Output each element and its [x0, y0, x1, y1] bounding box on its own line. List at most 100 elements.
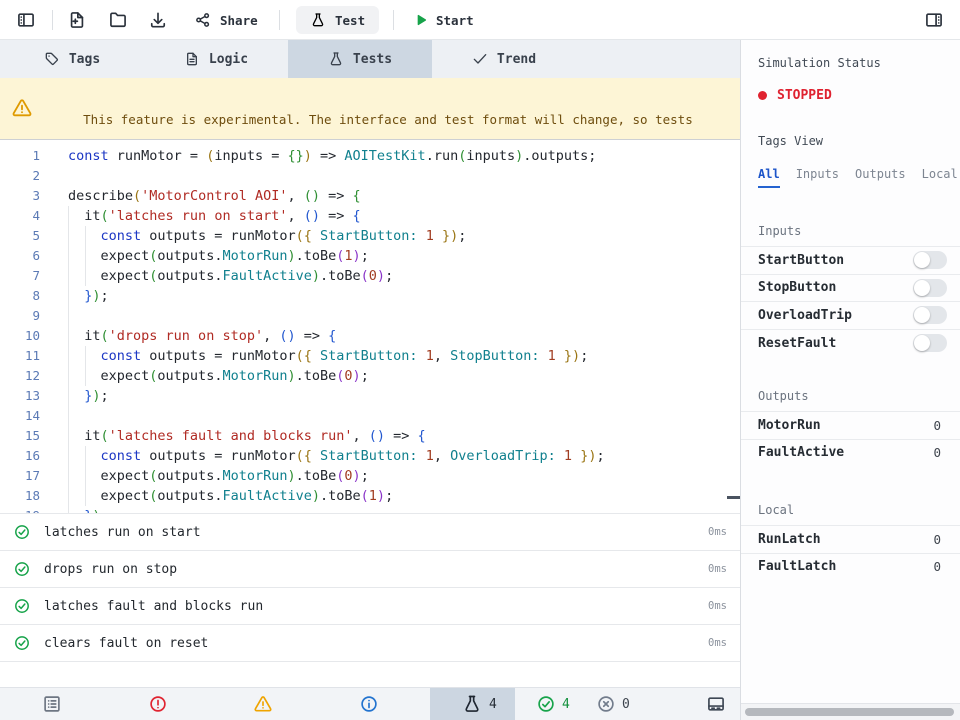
- tab-label: Logic: [209, 52, 248, 67]
- tab-tags[interactable]: Tags: [0, 40, 144, 78]
- code-token: ): [92, 388, 100, 404]
- toggle-startbutton[interactable]: [913, 251, 947, 269]
- share-icon: [194, 11, 212, 29]
- new-file-icon[interactable]: [67, 10, 87, 30]
- tag-value: 0: [933, 532, 960, 547]
- test-result-label: latches fault and blocks run: [44, 599, 263, 614]
- flask-icon: [328, 51, 344, 67]
- code-token: [68, 288, 84, 304]
- errors-icon[interactable]: [148, 694, 168, 714]
- tab-logic[interactable]: Logic: [144, 40, 288, 78]
- tag-value: 0: [933, 418, 960, 433]
- code-token: outputs.: [157, 248, 222, 264]
- test-mode-button[interactable]: Test: [296, 6, 379, 34]
- code-token: 0: [344, 368, 352, 384]
- view-tab-inputs[interactable]: Inputs: [796, 167, 839, 188]
- share-button[interactable]: Share: [194, 0, 258, 40]
- test-result-row[interactable]: drops run on stop0ms: [0, 550, 740, 587]
- code-token: [312, 228, 320, 244]
- toggle-left-panel-icon[interactable]: [16, 10, 36, 30]
- code-token: 1: [344, 248, 352, 264]
- view-tab-outputs[interactable]: Outputs: [855, 167, 906, 188]
- editor-scrollbar-thumb[interactable]: [727, 496, 740, 499]
- test-result-row[interactable]: latches run on start0ms: [0, 513, 740, 550]
- code-token: ;: [101, 288, 109, 304]
- failed-icon[interactable]: [596, 694, 616, 714]
- passed-icon[interactable]: [536, 694, 556, 714]
- code-token: inputs =: [214, 148, 287, 164]
- toggle-bottom-panel-icon[interactable]: [706, 694, 726, 714]
- tag-label: StopButton: [758, 280, 836, 295]
- toggle-overloadtrip[interactable]: [913, 306, 947, 324]
- sidebar-hscrollbar-thumb[interactable]: [745, 708, 954, 716]
- code-text: [40, 308, 68, 324]
- sidebar-hscrollbar: [741, 703, 960, 720]
- tests-count: 4: [489, 688, 497, 720]
- code-text: expect(outputs.FaultActive).toBe(1);: [40, 488, 393, 504]
- top-toolbar: Share Test Start: [0, 0, 960, 40]
- check-circle-icon: [13, 560, 31, 578]
- info-icon[interactable]: [359, 694, 379, 714]
- code-token: .toBe: [320, 488, 361, 504]
- code-text: const outputs = runMotor({ StartButton: …: [40, 348, 588, 364]
- code-line: 7 expect(outputs.FaultActive).toBe(0);: [0, 266, 740, 286]
- code-token: ): [287, 368, 295, 384]
- test-code-editor[interactable]: 1const runMotor = (inputs = {}) => AOITe…: [0, 139, 740, 513]
- check-circle-icon: [13, 597, 31, 615]
- code-line: 18 expect(outputs.FaultActive).toBe(1);: [0, 486, 740, 506]
- tag-row-resetfault: ResetFault: [741, 329, 960, 357]
- code-token: ): [353, 368, 361, 384]
- code-token: ): [287, 248, 295, 264]
- code-token: 'drops run on stop': [109, 328, 263, 344]
- code-token: ,: [353, 428, 369, 444]
- view-tab-local[interactable]: Local: [922, 167, 958, 188]
- code-token: it: [68, 428, 101, 444]
- code-token: runMotor =: [109, 148, 207, 164]
- code-token: (: [101, 428, 109, 444]
- tag-label: FaultLatch: [758, 559, 836, 574]
- code-text: const outputs = runMotor({ StartButton: …: [40, 228, 466, 244]
- toggle-stopbutton[interactable]: [913, 279, 947, 297]
- tests-count-icon[interactable]: [462, 694, 482, 714]
- start-label: Start: [436, 13, 474, 28]
- code-token: .toBe: [296, 248, 337, 264]
- code-text: [40, 168, 68, 184]
- code-token: ): [312, 488, 320, 504]
- start-button[interactable]: Start: [412, 0, 474, 40]
- code-token: outputs.: [157, 268, 222, 284]
- view-tab-all[interactable]: All: [758, 167, 780, 188]
- line-number: 3: [0, 186, 40, 206]
- share-label: Share: [220, 13, 258, 28]
- code-token: ): [92, 288, 100, 304]
- code-text: const runMotor = (inputs = {}) => AOITes…: [40, 148, 596, 164]
- code-token: ;: [596, 448, 604, 464]
- line-number: 1: [0, 146, 40, 166]
- code-line: 15 it('latches fault and blocks run', ()…: [0, 426, 740, 446]
- test-results-list: latches run on start0msdrops run on stop…: [0, 513, 740, 662]
- tag-label: RunLatch: [758, 532, 821, 547]
- code-token: [556, 348, 564, 364]
- line-number: 14: [0, 406, 40, 426]
- code-token: FaultActive: [222, 268, 311, 284]
- code-line: 4 it('latches run on start', () => {: [0, 206, 740, 226]
- tag-row-motorrun: MotorRun0: [741, 411, 960, 439]
- log-list-icon[interactable]: [42, 694, 62, 714]
- download-icon[interactable]: [148, 10, 168, 30]
- open-folder-icon[interactable]: [108, 10, 128, 30]
- tab-tests[interactable]: Tests: [288, 40, 432, 78]
- code-token: StartButton:: [320, 448, 418, 464]
- code-token: [312, 448, 320, 464]
- tag-label: OverloadTrip: [758, 308, 852, 323]
- code-text: [40, 408, 68, 424]
- toggle-resetfault[interactable]: [913, 334, 947, 352]
- warnings-icon[interactable]: [253, 694, 273, 714]
- status-text: STOPPED: [777, 88, 832, 103]
- toggle-right-panel-icon[interactable]: [924, 10, 944, 30]
- tab-trend[interactable]: Trend: [432, 40, 576, 78]
- test-result-row[interactable]: clears fault on reset0ms: [0, 624, 740, 661]
- test-result-row[interactable]: latches fault and blocks run0ms: [0, 587, 740, 624]
- code-token: it: [68, 328, 101, 344]
- section-rows: MotorRun0FaultActive0: [741, 411, 960, 466]
- toggle-knob: [914, 280, 930, 296]
- tab-label: Trend: [497, 52, 536, 67]
